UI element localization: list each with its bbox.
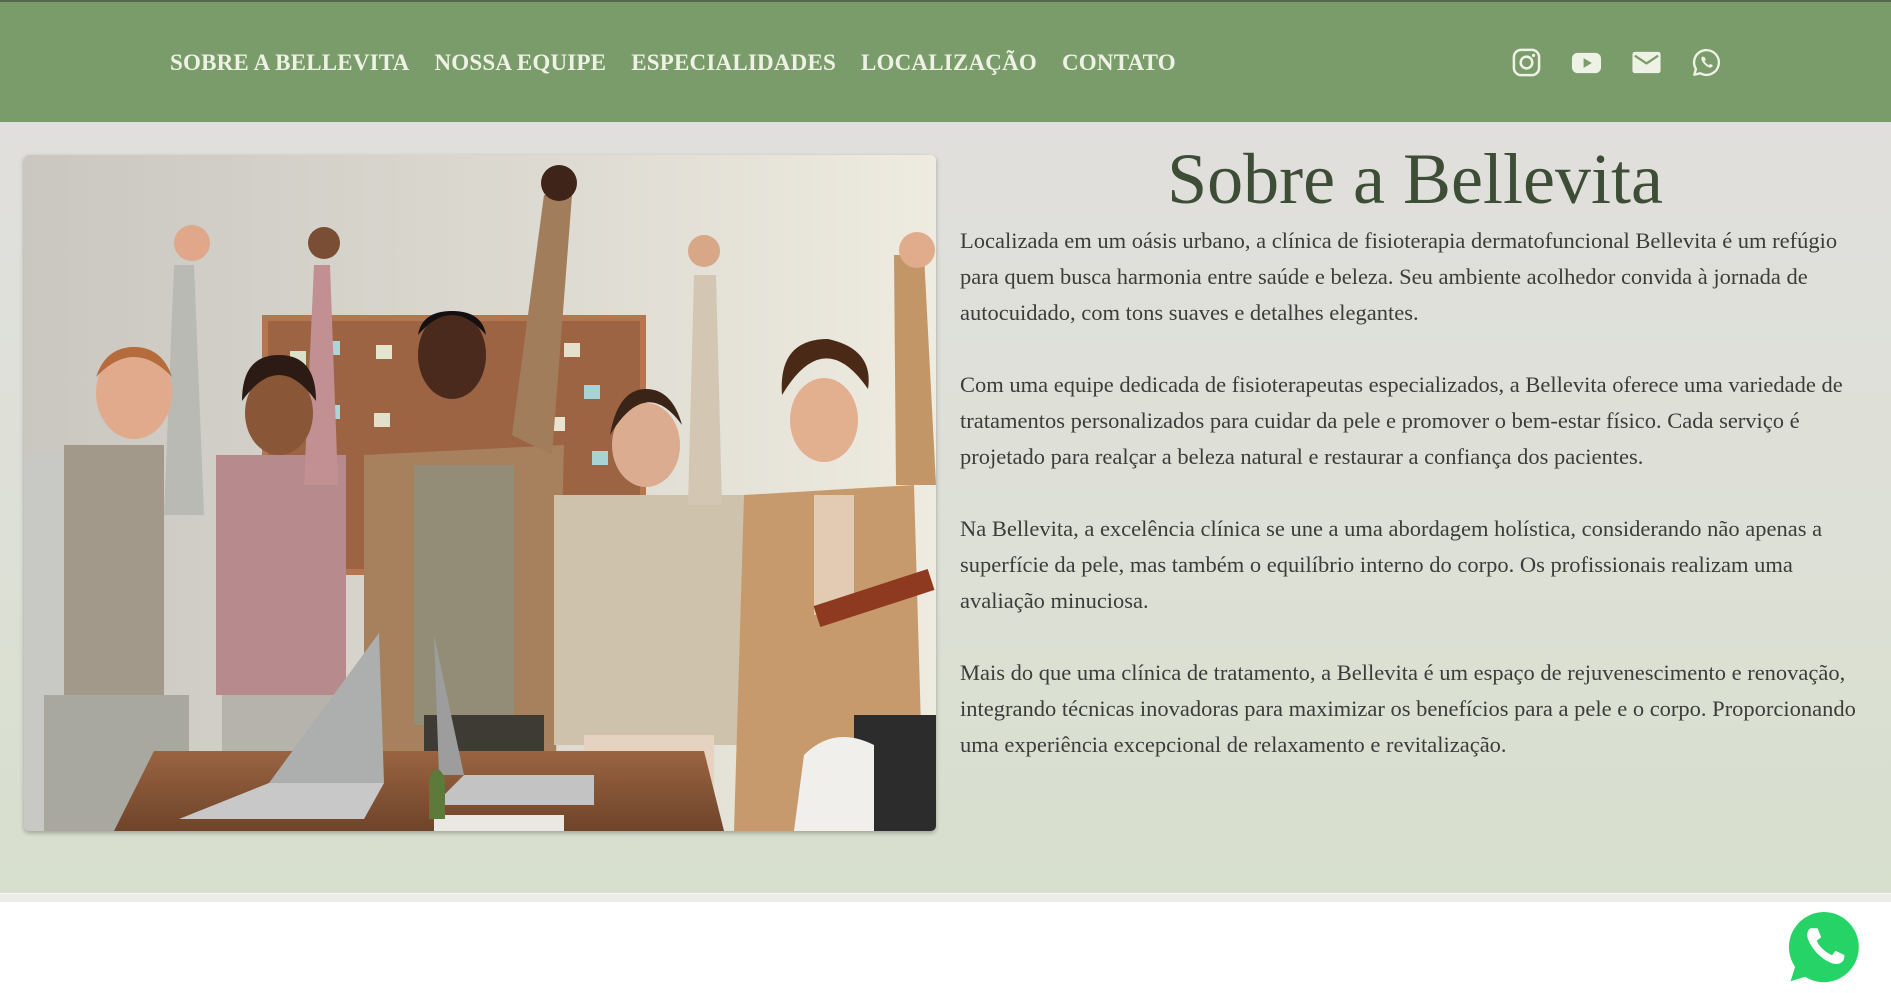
nav-link-localizacao[interactable]: LOCALIZAÇÃO (861, 49, 1037, 77)
about-section: Sobre a Bellevita Localizada em um oásis… (0, 122, 1891, 989)
about-paragraph: Mais do que uma clínica de tratamento, a… (960, 660, 1856, 757)
nav-link-contato[interactable]: CONTATO (1062, 49, 1176, 77)
whatsapp-float-button[interactable] (1778, 903, 1868, 993)
youtube-icon[interactable] (1571, 47, 1602, 78)
about-paragraph: Localizada em um oásis urbano, a clínica… (960, 228, 1838, 325)
nav-link-sobre[interactable]: SOBRE A BELLEVITA (170, 49, 409, 77)
nav-link-especialidades[interactable]: ESPECIALIDADES (631, 49, 836, 77)
email-icon[interactable] (1631, 47, 1662, 78)
nav-link-equipe[interactable]: NOSSA EQUIPE (434, 49, 606, 77)
about-paragraph: Com uma equipe dedicada de fisioterapeut… (960, 372, 1843, 469)
team-photo (24, 155, 936, 831)
social-links (1511, 47, 1722, 78)
site-header: SOBRE A BELLEVITA NOSSA EQUIPE ESPECIALI… (0, 2, 1891, 122)
whatsapp-float-icon (1783, 906, 1864, 989)
page-title: Sobre a Bellevita (1167, 139, 1663, 219)
instagram-icon[interactable] (1511, 47, 1542, 78)
whatsapp-icon[interactable] (1691, 47, 1722, 78)
main-nav: SOBRE A BELLEVITA NOSSA EQUIPE ESPECIALI… (170, 49, 1176, 77)
about-text: Localizada em um oásis urbano, a clínica… (960, 223, 1875, 799)
about-paragraph: Na Bellevita, a excelência clínica se un… (960, 516, 1823, 613)
